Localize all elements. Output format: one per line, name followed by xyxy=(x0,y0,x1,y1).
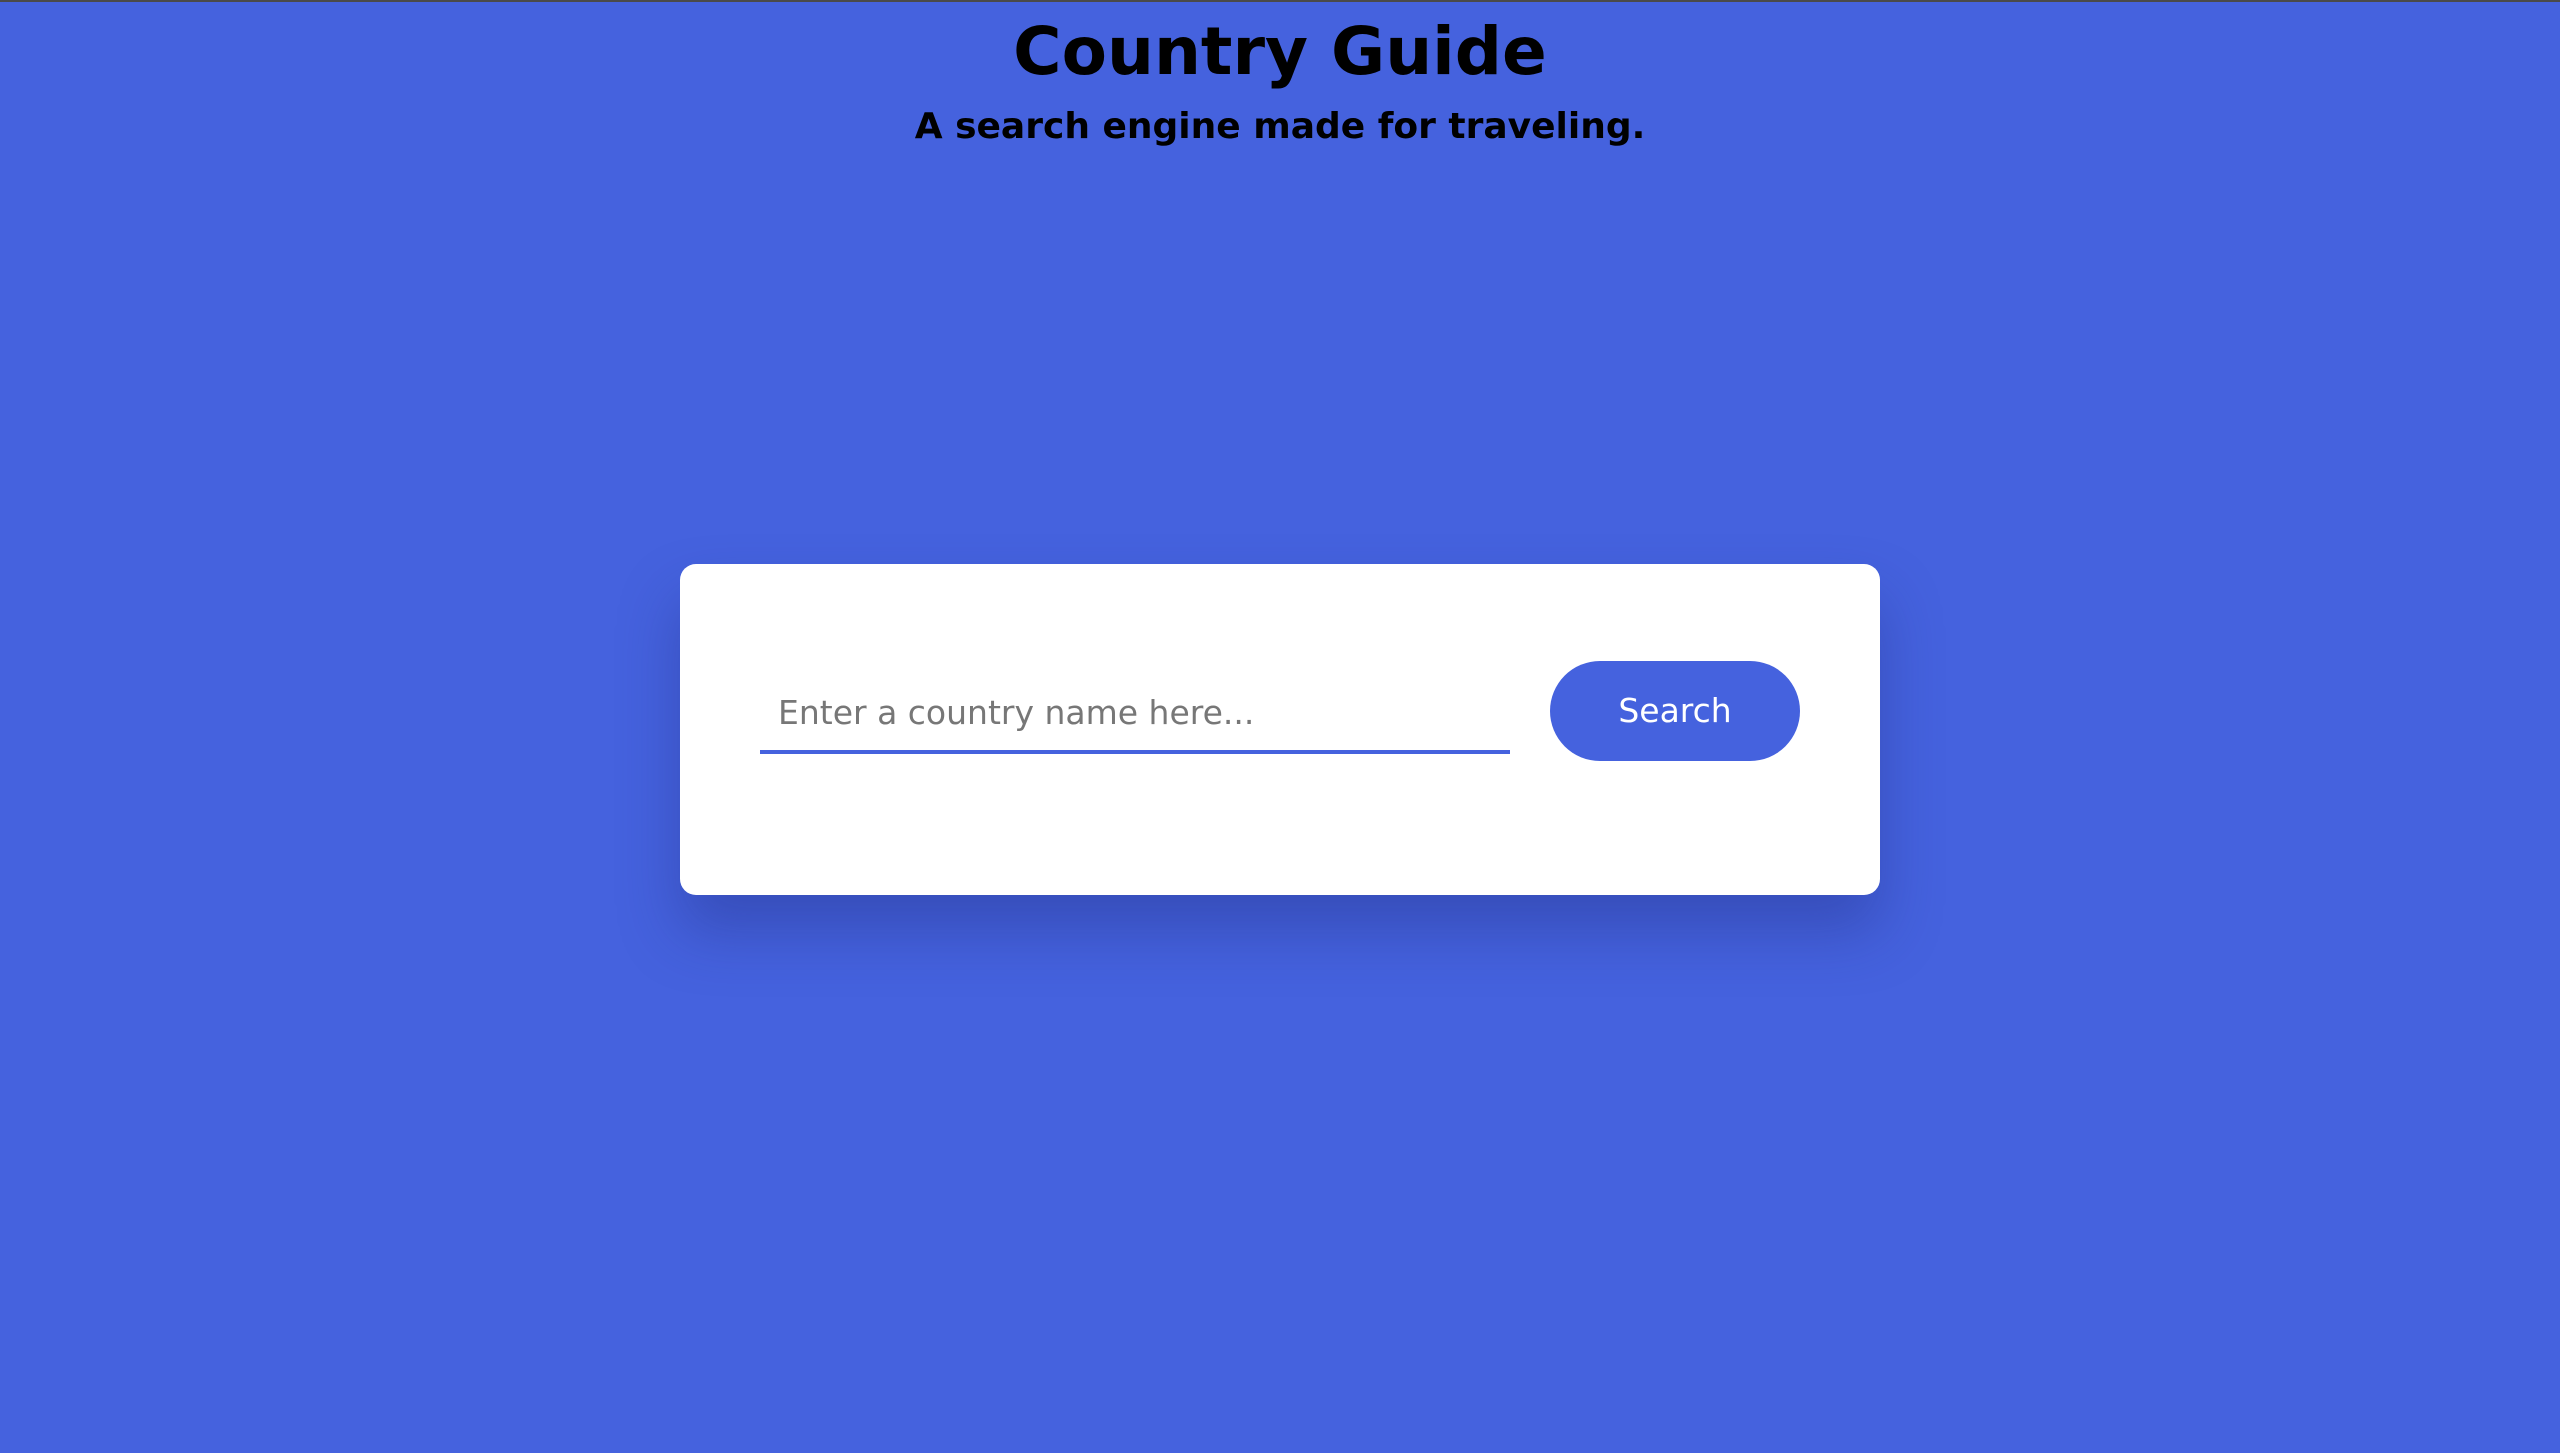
search-input[interactable] xyxy=(760,674,1510,754)
page-subtitle: A search engine made for traveling. xyxy=(914,106,1646,147)
search-button[interactable]: Search xyxy=(1550,661,1800,761)
page-title: Country Guide xyxy=(1013,13,1547,90)
search-card: Search xyxy=(680,564,1880,895)
